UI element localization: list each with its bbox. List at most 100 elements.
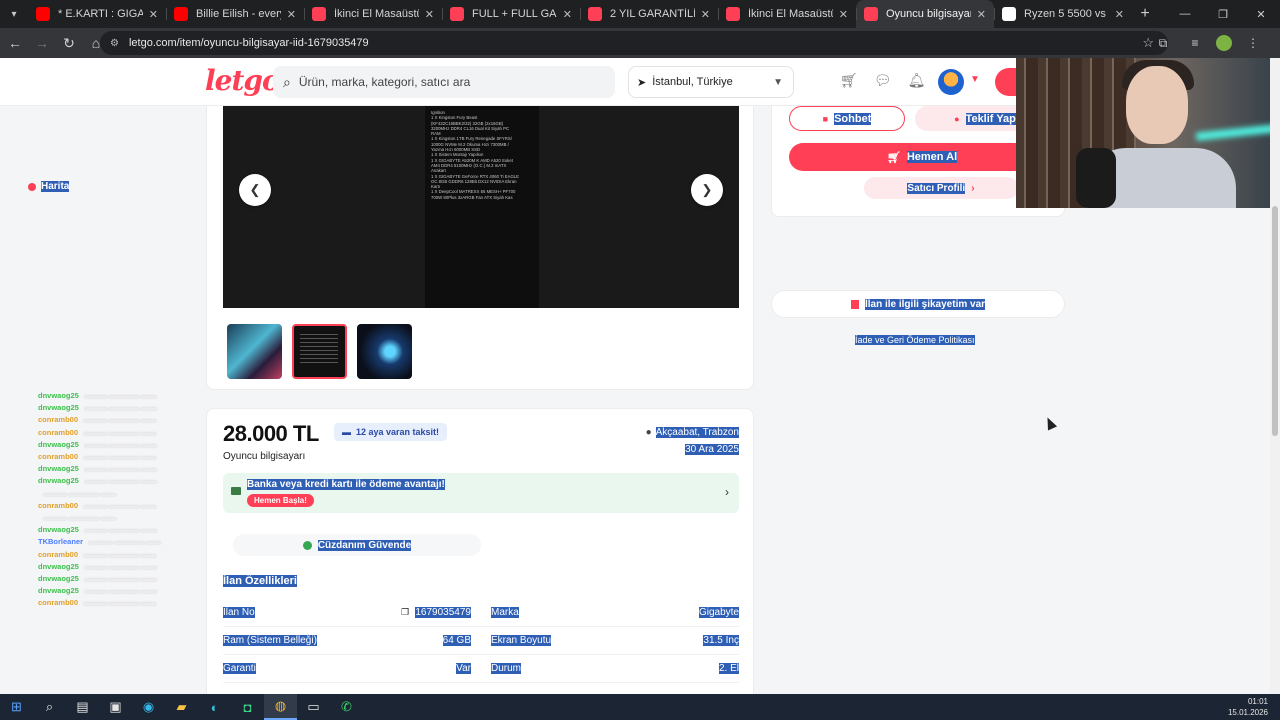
app-icon[interactable]: ◘ — [231, 694, 264, 720]
restore-icon[interactable]: ❐ — [1204, 0, 1242, 28]
location-text: Akçaabat, Trabzon — [655, 427, 739, 438]
task-view-icon[interactable]: ▤ — [66, 694, 99, 720]
browser-tab[interactable]: * E.KARTI : GIGABYTE RTX ✕ — [28, 0, 166, 28]
chrome-icon[interactable]: ◍ — [264, 694, 297, 720]
chat-text-blurred: ▬▬▬ ▬▬▬▬ ▬▬ — [84, 403, 157, 413]
search-icon[interactable]: ⌕ — [33, 694, 66, 720]
edge-icon[interactable]: ◉ — [132, 694, 165, 720]
user-avatar[interactable] — [938, 69, 964, 95]
chat-button[interactable]: ■ Sohbet — [789, 106, 905, 131]
thumbnail-2[interactable] — [292, 324, 347, 379]
favicon-icon — [36, 7, 50, 21]
chat-text-blurred: ▬▬▬ ▬▬▬▬ ▬▬ — [44, 513, 116, 523]
new-tab-button[interactable]: + — [1132, 5, 1158, 23]
map-link[interactable]: Harita — [28, 181, 70, 192]
back-icon[interactable]: ← — [3, 31, 27, 55]
tab-title: İkinci El Masaüstü Bilgisay — [334, 8, 419, 20]
report-listing-button[interactable]: İlan ile ilgili şikayetim var — [771, 290, 1065, 318]
close-tab-icon[interactable]: ✕ — [563, 8, 572, 21]
scrollbar-thumb[interactable] — [1272, 206, 1278, 436]
next-image-button[interactable]: ❯ — [691, 174, 723, 206]
phone-navbar — [425, 290, 539, 308]
menu-icon[interactable]: ⋮ — [1242, 32, 1264, 54]
spec-screenshot: Ignition 1 X Kingston Fury Beast (KF432C16… — [425, 106, 539, 308]
tab-title: * E.KARTI : GIGABYTE RTX — [58, 8, 143, 20]
main-listing-image[interactable]: Ignition 1 X Kingston Fury Beast (KF432C16… — [223, 106, 739, 308]
seller-profile-label: Satıcı Profili — [907, 182, 966, 194]
windows-start-icon[interactable]: ⊞ — [0, 694, 33, 720]
chevron-down-icon[interactable]: ▼ — [970, 74, 980, 85]
browser-tab[interactable]: İkinci El Masaüstü Bilgisay ✕ — [304, 0, 442, 28]
tab-title: FULL + FULL GAMING PC — [472, 8, 557, 20]
cart-icon[interactable]: 🛒︎ — [840, 72, 858, 89]
refund-policy-link[interactable]: İade ve Geri Ödeme Politikası — [855, 335, 975, 345]
spec-value: 1679035479 — [415, 607, 471, 618]
minimize-icon[interactable]: — — [1166, 0, 1204, 28]
address-bar[interactable]: ⚙ letgo.com/item/oyuncu-bilgisayar-iid-1… — [100, 31, 1168, 55]
browser-tab[interactable]: Ryzen 5 5500 vs i9 10900 ✕ — [994, 0, 1132, 28]
thumbnail-1[interactable] — [227, 324, 282, 379]
whatsapp-icon[interactable]: ✆ — [330, 694, 363, 720]
search-box[interactable]: ⌕ — [273, 66, 615, 98]
browser-tab[interactable]: FULL + FULL GAMING PC ✕ — [442, 0, 580, 28]
thumbnail-3[interactable] — [357, 324, 412, 379]
page-scrollbar[interactable] — [1270, 58, 1280, 694]
extensions-icon[interactable]: ⧉ — [1152, 32, 1174, 54]
previous-image-button[interactable]: ❮ — [239, 174, 271, 206]
clock-date: 15.01.2026 — [1227, 708, 1268, 717]
close-tab-icon[interactable]: ✕ — [839, 8, 848, 21]
forward-icon[interactable]: → — [30, 31, 54, 55]
listing-detail-card: 28.000 TL ▬ 12 aya varan taksit! Oyuncu … — [206, 408, 754, 694]
spec-value: Var — [456, 663, 471, 674]
chat-username: conramb00 — [38, 500, 79, 510]
copy-icon[interactable]: ❐ — [401, 607, 409, 618]
file-explorer-icon[interactable]: ▰ — [165, 694, 198, 720]
payment-promo-banner[interactable]: Banka veya kredi kartı ile ödeme avantaj… — [223, 473, 739, 513]
installment-badge: ▬ 12 aya varan taksit! — [334, 423, 448, 441]
start-now-button[interactable]: Hemen Başla! — [247, 494, 314, 507]
reload-icon[interactable]: ↻ — [57, 31, 81, 55]
report-label: İlan ile ilgili şikayetim var — [864, 298, 986, 310]
window-app-icon[interactable]: ▭ — [297, 694, 330, 720]
seller-profile-button[interactable]: Satıcı Profili › — [864, 177, 1018, 199]
chat-text-blurred: ▬▬▬ ▬▬▬▬ ▬▬ — [84, 464, 157, 474]
location-selector[interactable]: ➤ İstanbul, Türkiye ▼ — [628, 66, 794, 98]
chat-username: conramb00 — [38, 415, 79, 425]
letgo-logo[interactable]: letgo — [205, 64, 281, 97]
profile-avatar[interactable] — [1216, 35, 1232, 51]
close-tab-icon[interactable]: ✕ — [701, 8, 710, 21]
close-window-icon[interactable]: ✕ — [1242, 0, 1280, 28]
chat-message: dnvwaog25 ▬▬▬ ▬▬▬▬ ▬▬ — [38, 475, 238, 487]
streamer-face — [1126, 66, 1188, 144]
close-tab-icon[interactable]: ✕ — [287, 8, 296, 21]
chat-username: dnvwaog25 — [38, 586, 79, 596]
browser-tab[interactable]: Billie Eilish - everything ✕ — [166, 0, 304, 28]
messages-icon[interactable]: 💬︎ — [874, 72, 892, 89]
notifications-bell-icon[interactable]: 🔔︎ — [908, 72, 926, 89]
close-tab-icon[interactable]: ✕ — [977, 8, 986, 21]
favicon-icon — [450, 7, 464, 21]
chat-message: ▬▬▬ ▬▬▬▬ ▬▬ — [38, 512, 238, 524]
chat-username: dnvwaog25 — [38, 525, 79, 535]
edge-browser-icon[interactable]: ◐ — [198, 694, 231, 720]
close-tab-icon[interactable]: ✕ — [149, 8, 158, 21]
search-input[interactable] — [298, 75, 589, 89]
flag-icon — [850, 299, 859, 309]
site-info-icon[interactable]: ⚙ — [110, 38, 119, 49]
chat-username: conramb00 — [38, 427, 79, 437]
tab-search-icon[interactable]: ▾ — [0, 0, 28, 28]
chat-message: dnvwaog25 ▬▬▬ ▬▬▬▬ ▬▬ — [38, 439, 238, 451]
stream-chat-overlay: dnvwaog25 ▬▬▬ ▬▬▬▬ ▬▬ dnvwaog25 ▬▬▬ ▬▬▬▬ ▬▬… — [38, 390, 238, 610]
media-icon[interactable]: ≡ — [1184, 32, 1206, 54]
chat-username: dnvwaog25 — [38, 391, 79, 400]
chat-username: TKBorleaner — [38, 537, 84, 547]
browser-tab[interactable]: Oyuncu bilgisayarı - Sıfır ✕ — [856, 0, 994, 28]
close-tab-icon[interactable]: ✕ — [425, 8, 434, 21]
browser-tab[interactable]: İkinci El Masaüstü Bilgisay ✕ — [718, 0, 856, 28]
chat-username: dnvwaog25 — [38, 476, 79, 486]
shield-check-icon — [302, 540, 312, 550]
chat-text-blurred: ▬▬▬ ▬▬▬▬ ▬▬ — [84, 549, 156, 559]
browser-tab[interactable]: 2 YIL GARANTİLİ OYUNCU ✕ — [580, 0, 718, 28]
close-tab-icon[interactable]: ✕ — [1115, 8, 1124, 21]
store-icon[interactable]: ▣ — [99, 694, 132, 720]
